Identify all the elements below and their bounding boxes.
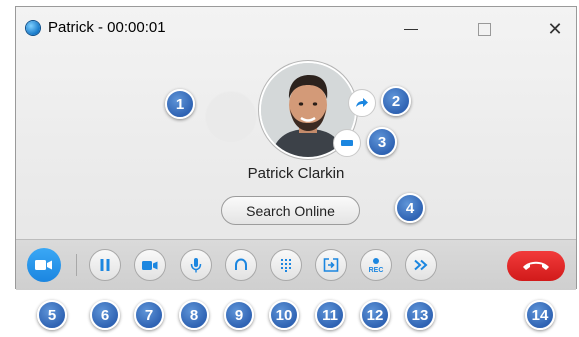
audio-device-button[interactable] (225, 249, 257, 281)
search-online-button[interactable]: Search Online (221, 196, 360, 225)
forward-icon (414, 259, 428, 271)
callout-badge: 1 (165, 89, 195, 119)
callout-badge: 5 (37, 300, 67, 330)
close-button[interactable]: ✕ (540, 17, 570, 41)
microphone-icon (190, 258, 202, 273)
call-toolbar: REC (16, 239, 576, 290)
call-window: Patrick - 00:00:01 ✕ Patrick Clarkin Sea… (15, 6, 577, 290)
callout-badge: 8 (179, 300, 209, 330)
conference-placeholder (205, 91, 257, 143)
callout-badge: 13 (405, 300, 435, 330)
callout-badge: 4 (395, 193, 425, 223)
dialpad-button[interactable] (270, 249, 302, 281)
callout-badge: 10 (269, 300, 299, 330)
callout-badge: 12 (360, 300, 390, 330)
headset-icon (235, 258, 247, 270)
forward-button[interactable] (405, 249, 437, 281)
maximize-icon (477, 22, 491, 36)
record-label: REC (368, 267, 384, 274)
screen-share-button[interactable] (315, 249, 347, 281)
callout-badge: 9 (224, 300, 254, 330)
minimize-button[interactable] (396, 17, 426, 41)
hangup-button[interactable] (507, 251, 565, 281)
video-button[interactable] (27, 248, 61, 282)
video-icon (35, 260, 52, 270)
minimize-icon (404, 28, 418, 30)
microphone-button[interactable] (180, 249, 212, 281)
callout-badge: 14 (525, 300, 555, 330)
maximize-button[interactable] (469, 17, 499, 41)
pause-button[interactable] (89, 249, 121, 281)
identity-button[interactable] (333, 129, 361, 157)
pause-icon (100, 259, 110, 271)
transfer-icon (356, 98, 368, 107)
callout-badge: 2 (381, 86, 411, 116)
transfer-button[interactable] (348, 89, 376, 117)
record-button[interactable]: REC (360, 249, 392, 281)
close-icon: ✕ (547, 18, 563, 39)
callout-badge: 6 (90, 300, 120, 330)
video-camera-icon (142, 260, 158, 270)
hangup-icon (523, 261, 549, 270)
screen-share-icon (323, 258, 339, 272)
app-logo-icon (26, 21, 40, 35)
identity-icon (341, 140, 353, 146)
toolbar-separator (76, 254, 77, 276)
add-video-button[interactable] (134, 249, 166, 281)
callout-badge: 11 (315, 300, 345, 330)
caller-name: Patrick Clarkin (247, 165, 345, 182)
callout-badge: 3 (367, 127, 397, 157)
callout-badge: 7 (134, 300, 164, 330)
title-bar[interactable]: Patrick - 00:00:01 ✕ (16, 7, 576, 51)
window-title: Patrick - 00:00:01 (48, 19, 166, 36)
dialpad-icon (281, 259, 291, 272)
